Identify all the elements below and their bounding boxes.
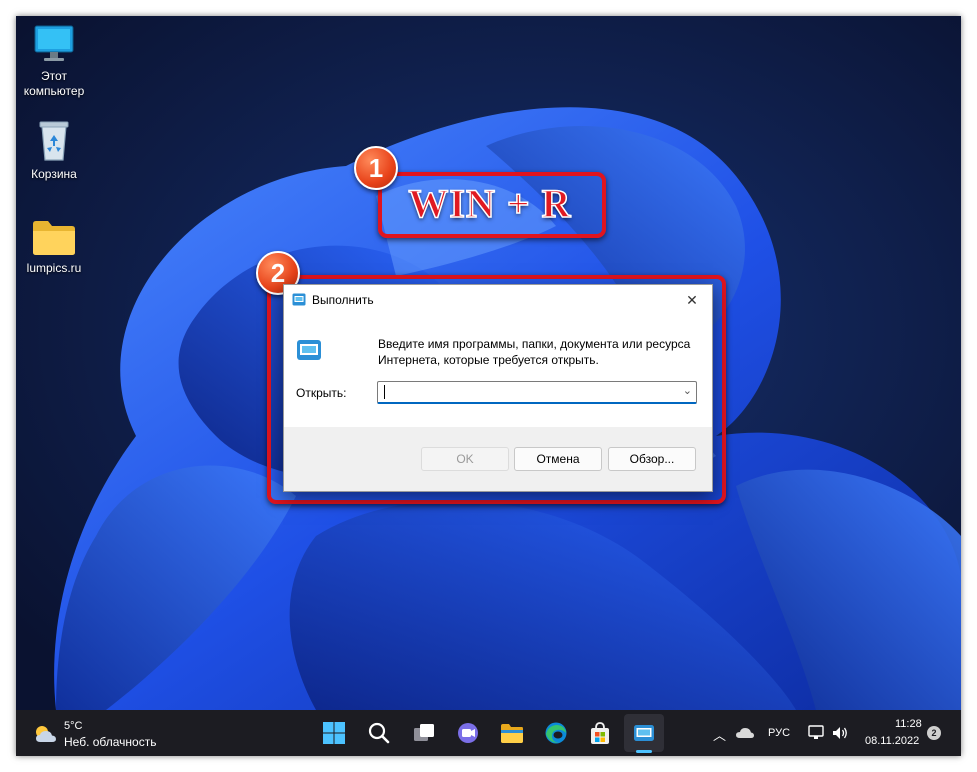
monitor-icon xyxy=(34,25,74,61)
clock-date[interactable]: 08.11.2022 xyxy=(865,735,919,747)
desktop-icon-recycle-bin[interactable]: Корзина xyxy=(16,118,92,182)
run-app-icon xyxy=(297,340,321,360)
taskbar-run-button[interactable] xyxy=(624,714,664,752)
folder-icon xyxy=(33,221,75,255)
store-icon[interactable] xyxy=(586,719,614,747)
annotation-step-1-badge: 1 xyxy=(354,146,398,190)
task-view-icon[interactable] xyxy=(410,719,438,747)
close-icon: ✕ xyxy=(686,292,698,308)
notification-count-badge[interactable]: 2 xyxy=(927,726,941,740)
teams-chat-icon[interactable] xyxy=(454,719,482,747)
run-dialog-body: Введите имя программы, папки, документа … xyxy=(284,315,712,427)
desktop-screen: Этот компьютер Корзина lumpics.ru WIN + … xyxy=(16,16,961,756)
search-icon[interactable] xyxy=(365,719,393,747)
desktop-icon-label: компьютер xyxy=(23,84,85,98)
run-dialog: Выполнить ✕ Введите имя программы, папки… xyxy=(283,284,713,492)
network-icon[interactable] xyxy=(808,725,826,741)
taskbar: 5°C Неб. облачность ︿ РУС 11:28 08.11.20… xyxy=(16,710,961,756)
chevron-up-icon[interactable]: ︿ xyxy=(713,725,726,744)
run-app-icon xyxy=(292,293,306,306)
run-app-icon xyxy=(634,725,654,741)
active-app-indicator xyxy=(636,750,652,753)
onedrive-cloud-icon[interactable] xyxy=(735,726,755,740)
open-field-label: Открыть: xyxy=(296,386,347,400)
volume-icon[interactable] xyxy=(831,725,849,741)
close-button[interactable]: ✕ xyxy=(672,285,712,315)
weather-description: Неб. облачность xyxy=(64,735,157,749)
partly-cloudy-icon xyxy=(36,726,56,742)
desktop-icon-label: Корзина xyxy=(31,167,77,181)
windows-start-icon[interactable] xyxy=(320,719,348,747)
cancel-button[interactable]: Отмена xyxy=(514,447,602,471)
run-dialog-title: Выполнить xyxy=(312,293,374,307)
clock-time[interactable]: 11:28 xyxy=(895,718,922,730)
run-dialog-description: Введите имя программы, папки, документа … xyxy=(378,337,691,367)
browse-button[interactable]: Обзор... xyxy=(608,447,696,471)
ok-button[interactable]: OK xyxy=(421,447,509,471)
weather-temperature: 5°C xyxy=(64,720,83,732)
open-command-input[interactable]: ⌄ xyxy=(377,381,697,404)
text-caret xyxy=(384,385,385,399)
input-language[interactable]: РУС xyxy=(768,727,790,739)
file-explorer-icon[interactable] xyxy=(498,719,526,747)
annotation-hotkey-text: WIN + R xyxy=(408,180,572,227)
chevron-down-icon[interactable]: ⌄ xyxy=(683,384,692,397)
desktop-icon-this-pc[interactable]: Этот компьютер xyxy=(16,22,92,99)
recycle-bin-icon xyxy=(39,121,69,161)
edge-icon[interactable] xyxy=(542,719,570,747)
weather-widget[interactable]: 5°C Неб. облачность xyxy=(32,718,192,750)
desktop-icon-lumpics-folder[interactable]: lumpics.ru xyxy=(16,218,92,276)
run-dialog-titlebar[interactable]: Выполнить ✕ xyxy=(284,285,712,315)
desktop-icon-label: lumpics.ru xyxy=(26,261,82,275)
desktop-icon-label: Этот xyxy=(41,69,67,83)
